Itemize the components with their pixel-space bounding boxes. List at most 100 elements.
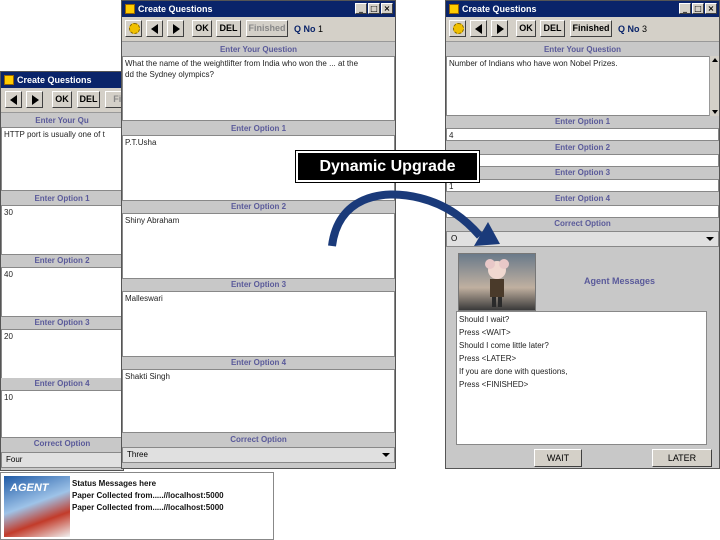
- del-button[interactable]: DEL: [540, 20, 565, 37]
- option1-textarea[interactable]: 30: [1, 205, 123, 255]
- correct-option-value: Three: [127, 450, 148, 459]
- maximize-button[interactable]: □: [692, 3, 704, 14]
- finished-button[interactable]: Finished: [570, 20, 612, 37]
- app-icon: [4, 75, 14, 85]
- option3-label: Enter Option 3: [1, 317, 123, 329]
- previous-button[interactable]: [5, 91, 22, 108]
- ok-button[interactable]: OK: [52, 91, 72, 108]
- agent-messages-title: Agent Messages: [584, 276, 656, 286]
- option1-textarea[interactable]: 4: [446, 128, 719, 141]
- app-icon: [125, 4, 135, 14]
- arrow-right-icon: [173, 24, 180, 34]
- option1-label: Enter Option 1: [1, 193, 123, 205]
- option3-label: Enter Option 3: [122, 279, 395, 291]
- next-button[interactable]: [167, 20, 184, 37]
- option3-label: Enter Option 3: [446, 167, 719, 179]
- title-bar: Create Questions _ □ ×: [446, 1, 719, 17]
- agent-messages-textarea[interactable]: Should I wait? Press <WAIT> Should I com…: [456, 311, 707, 445]
- ok-button[interactable]: OK: [192, 20, 212, 37]
- settings-button[interactable]: [125, 20, 142, 37]
- window-title: Create Questions: [17, 75, 92, 85]
- del-button[interactable]: DEL: [77, 91, 100, 108]
- correct-option-label: Correct Option: [122, 434, 395, 446]
- agent-logo: AGENT: [4, 476, 70, 537]
- title-bar: Create Questions: [1, 72, 123, 88]
- option2-label: Enter Option 2: [446, 142, 719, 154]
- toolbar: OK DEL Fin: [1, 88, 123, 113]
- question-label: Enter Your Question: [446, 44, 719, 56]
- later-button[interactable]: LATER: [652, 449, 712, 467]
- question-textarea[interactable]: Number of Indians who have won Nobel Pri…: [446, 56, 719, 116]
- question-label: Enter Your Question: [122, 44, 395, 56]
- title-bar: Create Questions _ □ ×: [122, 1, 395, 17]
- option2-textarea[interactable]: 40: [1, 267, 123, 317]
- gear-icon: [453, 23, 464, 34]
- arrow-right-icon: [497, 24, 504, 34]
- option4-label: Enter Option 4: [1, 378, 123, 390]
- close-button[interactable]: ×: [381, 3, 393, 14]
- next-button[interactable]: [491, 20, 508, 37]
- status-line: Paper Collected from.....//localhost:500…: [72, 491, 224, 500]
- close-button[interactable]: ×: [705, 3, 717, 14]
- option2-label: Enter Option 2: [122, 201, 395, 213]
- option2-label: Enter Option 2: [1, 255, 123, 267]
- option4-textarea[interactable]: Shakti Singh: [122, 369, 395, 433]
- gear-icon: [129, 23, 140, 34]
- correct-option-label: Correct Option: [1, 438, 123, 450]
- option4-textarea[interactable]: 10: [1, 390, 123, 438]
- del-button[interactable]: DEL: [216, 20, 241, 37]
- toolbar: OK DEL Finished Q No 3: [446, 17, 719, 42]
- question-number: Q No 1: [294, 24, 323, 34]
- minimize-button[interactable]: _: [679, 3, 691, 14]
- correct-option-select[interactable]: Four: [1, 452, 123, 468]
- option3-textarea[interactable]: 1: [446, 179, 719, 192]
- next-button[interactable]: [26, 91, 43, 108]
- qno-label: Q No: [294, 24, 316, 34]
- status-line: Paper Collected from.....//localhost:500…: [72, 503, 224, 512]
- app-icon: [449, 4, 459, 14]
- correct-option-value: O: [451, 234, 458, 243]
- question-textarea[interactable]: What the name of the weightlifter from I…: [122, 56, 395, 121]
- agent-logo-text: AGENT: [10, 482, 49, 494]
- previous-button[interactable]: [146, 20, 163, 37]
- question-scrollbar[interactable]: [709, 56, 719, 116]
- arrow-right-icon: [32, 95, 39, 105]
- ok-button[interactable]: OK: [516, 20, 536, 37]
- agent-avatar: [458, 253, 536, 311]
- chevron-down-icon: [382, 453, 390, 457]
- option2-textarea[interactable]: [446, 154, 719, 167]
- option4-textarea[interactable]: [446, 205, 719, 218]
- create-questions-window-2: Create Questions _ □ × OK DEL Finished Q…: [121, 0, 396, 469]
- previous-button[interactable]: [470, 20, 487, 37]
- correct-option-label: Correct Option: [446, 218, 719, 230]
- arrow-left-icon: [151, 24, 158, 34]
- window-title: Create Questions: [462, 4, 537, 14]
- option4-label: Enter Option 4: [122, 357, 395, 369]
- qno-label: Q No: [618, 24, 640, 34]
- option4-label: Enter Option 4: [446, 193, 719, 205]
- option3-textarea[interactable]: 20: [1, 329, 123, 379]
- minimize-button[interactable]: _: [355, 3, 367, 14]
- chevron-down-icon: [706, 237, 714, 241]
- create-questions-window-3: Create Questions _ □ × OK DEL Finished Q…: [445, 0, 720, 469]
- option1-label: Enter Option 1: [122, 123, 395, 135]
- qno-value: 1: [318, 24, 324, 34]
- qno-value: 3: [642, 24, 648, 34]
- correct-option-select[interactable]: Three: [122, 447, 395, 463]
- finished-button[interactable]: Finished: [246, 20, 288, 37]
- maximize-button[interactable]: □: [368, 3, 380, 14]
- create-questions-window-1: Create Questions OK DEL Fin Enter Your Q…: [0, 71, 124, 471]
- correct-option-select[interactable]: O: [446, 231, 719, 247]
- question-number: Q No 3: [618, 24, 647, 34]
- window-controls: _ □ ×: [679, 3, 717, 15]
- arrow-left-icon: [475, 24, 482, 34]
- window-controls: _ □ ×: [355, 3, 393, 15]
- settings-button[interactable]: [449, 20, 466, 37]
- question-textarea[interactable]: HTTP port is usually one of t: [1, 127, 123, 191]
- agent-panel: Agent Messages Should I wait? Press <WAI…: [446, 248, 719, 468]
- option2-textarea[interactable]: Shiny Abraham: [122, 213, 395, 279]
- scroll-down-icon: [712, 110, 718, 114]
- window-title: Create Questions: [138, 4, 213, 14]
- option3-textarea[interactable]: Malleswari: [122, 291, 395, 357]
- wait-button[interactable]: WAIT: [534, 449, 582, 467]
